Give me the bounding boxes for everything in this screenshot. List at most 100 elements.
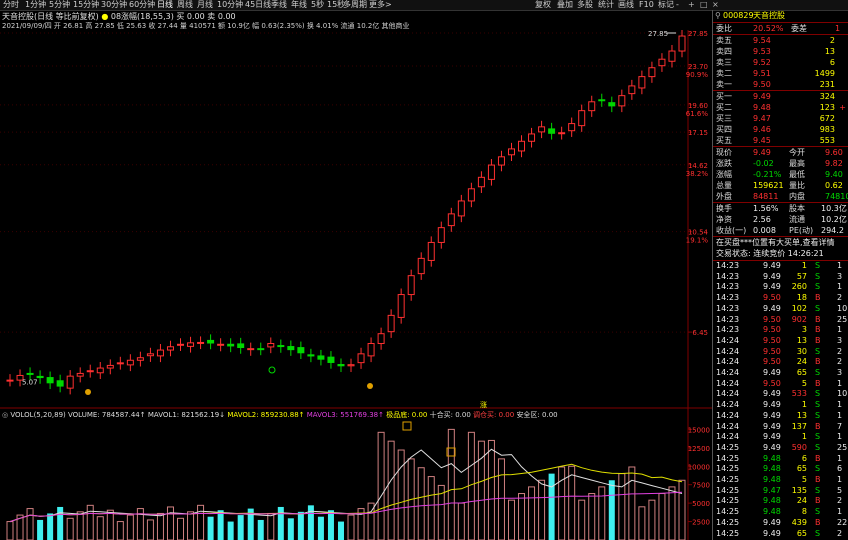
tick-row: 14:25 9.48 65 S 6: [713, 464, 848, 474]
timeframe-tab-7[interactable]: 周线: [177, 0, 193, 10]
mavol2-value: MAVOL2: 859230.88↑: [227, 411, 305, 419]
toolbar-button-3[interactable]: 统计: [598, 0, 614, 10]
candle: [217, 338, 225, 352]
volume-bar: [267, 512, 275, 540]
volume-value: VOLUME: 784587.44↑: [68, 411, 146, 419]
timeframe-tab-12[interactable]: 年线: [291, 0, 307, 10]
toolbar-button-5[interactable]: F10: [639, 0, 654, 10]
candle: [76, 367, 84, 383]
tick-side: B: [815, 475, 821, 484]
tick-count: 6: [837, 464, 843, 474]
candle: [126, 354, 134, 372]
tick-side: S: [815, 400, 821, 410]
timeframe-tab-11[interactable]: 季线: [271, 0, 287, 10]
weicha-label: 委差: [791, 24, 807, 33]
timeframe-tab-3[interactable]: 15分钟: [73, 0, 99, 10]
volume-bar: [37, 519, 44, 540]
ask-level-row[interactable]: 卖三 9.52 6: [713, 57, 848, 68]
quote-label: 现价: [716, 148, 732, 157]
candle: [337, 358, 345, 373]
toolbar-button-6[interactable]: 标记: [658, 0, 674, 10]
candle: [437, 221, 445, 249]
price-axis-label: 27.85: [688, 30, 708, 38]
tick-price: 9.47: [763, 485, 781, 495]
tick-row: 14:23 9.50 3 B 1: [713, 325, 848, 335]
ask-volume: 1499: [814, 69, 835, 78]
candle: [156, 344, 164, 363]
ask-level-row[interactable]: 卖四 9.53 13: [713, 46, 848, 57]
volume-bar: [217, 510, 224, 540]
tick-time: 14:25: [716, 507, 740, 517]
timeframe-tab-16[interactable]: 更多>: [369, 0, 392, 10]
toolbar-button-1[interactable]: 叠加: [557, 0, 573, 10]
volume-bar: [57, 506, 64, 540]
mavol1-value: MAVOL1: 821562.19↓: [147, 411, 226, 419]
timeframe-tab-13[interactable]: 5秒: [311, 0, 324, 10]
timeframe-tab-10[interactable]: 45日线: [245, 0, 271, 10]
tick-time: 14:24: [716, 335, 740, 345]
restore-icon[interactable]: □: [700, 0, 708, 9]
ask-level-row[interactable]: 卖一 9.50 231: [713, 79, 848, 90]
tick-side: B: [815, 325, 821, 335]
timeframe-tab-0[interactable]: 分时: [3, 0, 19, 10]
timeframe-tab-15[interactable]: 多周期: [343, 0, 367, 10]
candle: [507, 142, 515, 162]
tick-count: 3: [837, 368, 843, 377]
tick-count: 7: [837, 421, 843, 431]
tick-count: 10: [837, 389, 848, 399]
quote-label: 总量: [716, 181, 732, 190]
toolbar-button-4[interactable]: 画线: [618, 0, 634, 10]
extra1-value: 极品底: 0.00: [386, 411, 428, 419]
tick-row: 14:25 9.47 135 S 5: [713, 486, 848, 496]
ask-level-row[interactable]: 卖五 9.54 2: [713, 35, 848, 46]
volume-bar: [126, 514, 134, 540]
tick-price: 9.49: [763, 517, 781, 527]
tick-side: S: [815, 282, 821, 292]
toolbar-button-2[interactable]: 多股: [577, 0, 593, 10]
bid-level-row[interactable]: 买二 9.48 123 +: [713, 102, 848, 113]
bid-level-row[interactable]: 买五 9.45 553: [713, 135, 848, 146]
volume-settings-icon[interactable]: ◎: [2, 411, 8, 419]
tick-side: S: [815, 410, 821, 420]
timeframe-tab-9[interactable]: 10分钟: [217, 0, 243, 10]
close-icon[interactable]: ×: [712, 0, 719, 9]
candle: [227, 338, 235, 353]
kline-chart[interactable]: 27.85 23.7090.9% 19.6061.6% 17.15 14.6238.2%…: [0, 30, 712, 540]
bid-volume: 553: [819, 136, 835, 145]
toolbar-button-7[interactable]: -: [676, 0, 679, 10]
candle: [447, 207, 455, 232]
volume-bar: [447, 428, 455, 540]
bid-level-row[interactable]: 买四 9.46 983: [713, 124, 848, 135]
ask-level-row[interactable]: 卖二 9.51 1499: [713, 68, 848, 79]
timeframe-tab-1[interactable]: 1分钟: [25, 0, 46, 10]
info-dot-icon: ●: [101, 12, 109, 21]
tick-volume: 260: [791, 282, 807, 292]
tick-row: 14:25 9.48 5 B 1: [713, 475, 848, 485]
volume-axis-label: 7500: [692, 482, 710, 490]
quote-value: 294.2: [821, 226, 844, 235]
bid-change-flag: +: [839, 103, 846, 112]
quote-value: 159621: [753, 181, 784, 190]
bid-level-row[interactable]: 买三 9.47 672: [713, 113, 848, 124]
timeframe-tab-6[interactable]: 日线: [157, 0, 173, 10]
tick-volume: 65: [796, 528, 807, 538]
timeframe-tab-4[interactable]: 30分钟: [101, 0, 127, 10]
tick-row: 14:24 9.50 24 B 2: [713, 357, 848, 367]
quote-label: 内盘: [789, 192, 805, 201]
candle: [307, 348, 315, 363]
timeframe-tab-8[interactable]: 月线: [197, 0, 213, 10]
candle: [658, 53, 666, 72]
tick-volume: 902: [791, 314, 807, 324]
tick-volume: 65: [796, 464, 807, 474]
price-axis: 27.85 23.7090.9% 19.6061.6% 17.15 14.6238.2%…: [686, 30, 709, 337]
bid-level-row[interactable]: 买一 9.49 324: [713, 91, 848, 102]
maximize-icon[interactable]: +: [688, 0, 695, 9]
candle: [327, 351, 335, 369]
price-axis-label: 6.45: [692, 329, 708, 337]
tick-time: 14:24: [716, 432, 740, 442]
quote-value: 9.40: [825, 170, 843, 179]
timeframe-tab-5[interactable]: 60分钟: [129, 0, 155, 10]
timeframe-tab-2[interactable]: 5分钟: [49, 0, 70, 10]
big-order-notice[interactable]: 在买盘***位置有大买单,查看详情: [713, 237, 848, 248]
toolbar-button-0[interactable]: 复权: [535, 0, 551, 10]
